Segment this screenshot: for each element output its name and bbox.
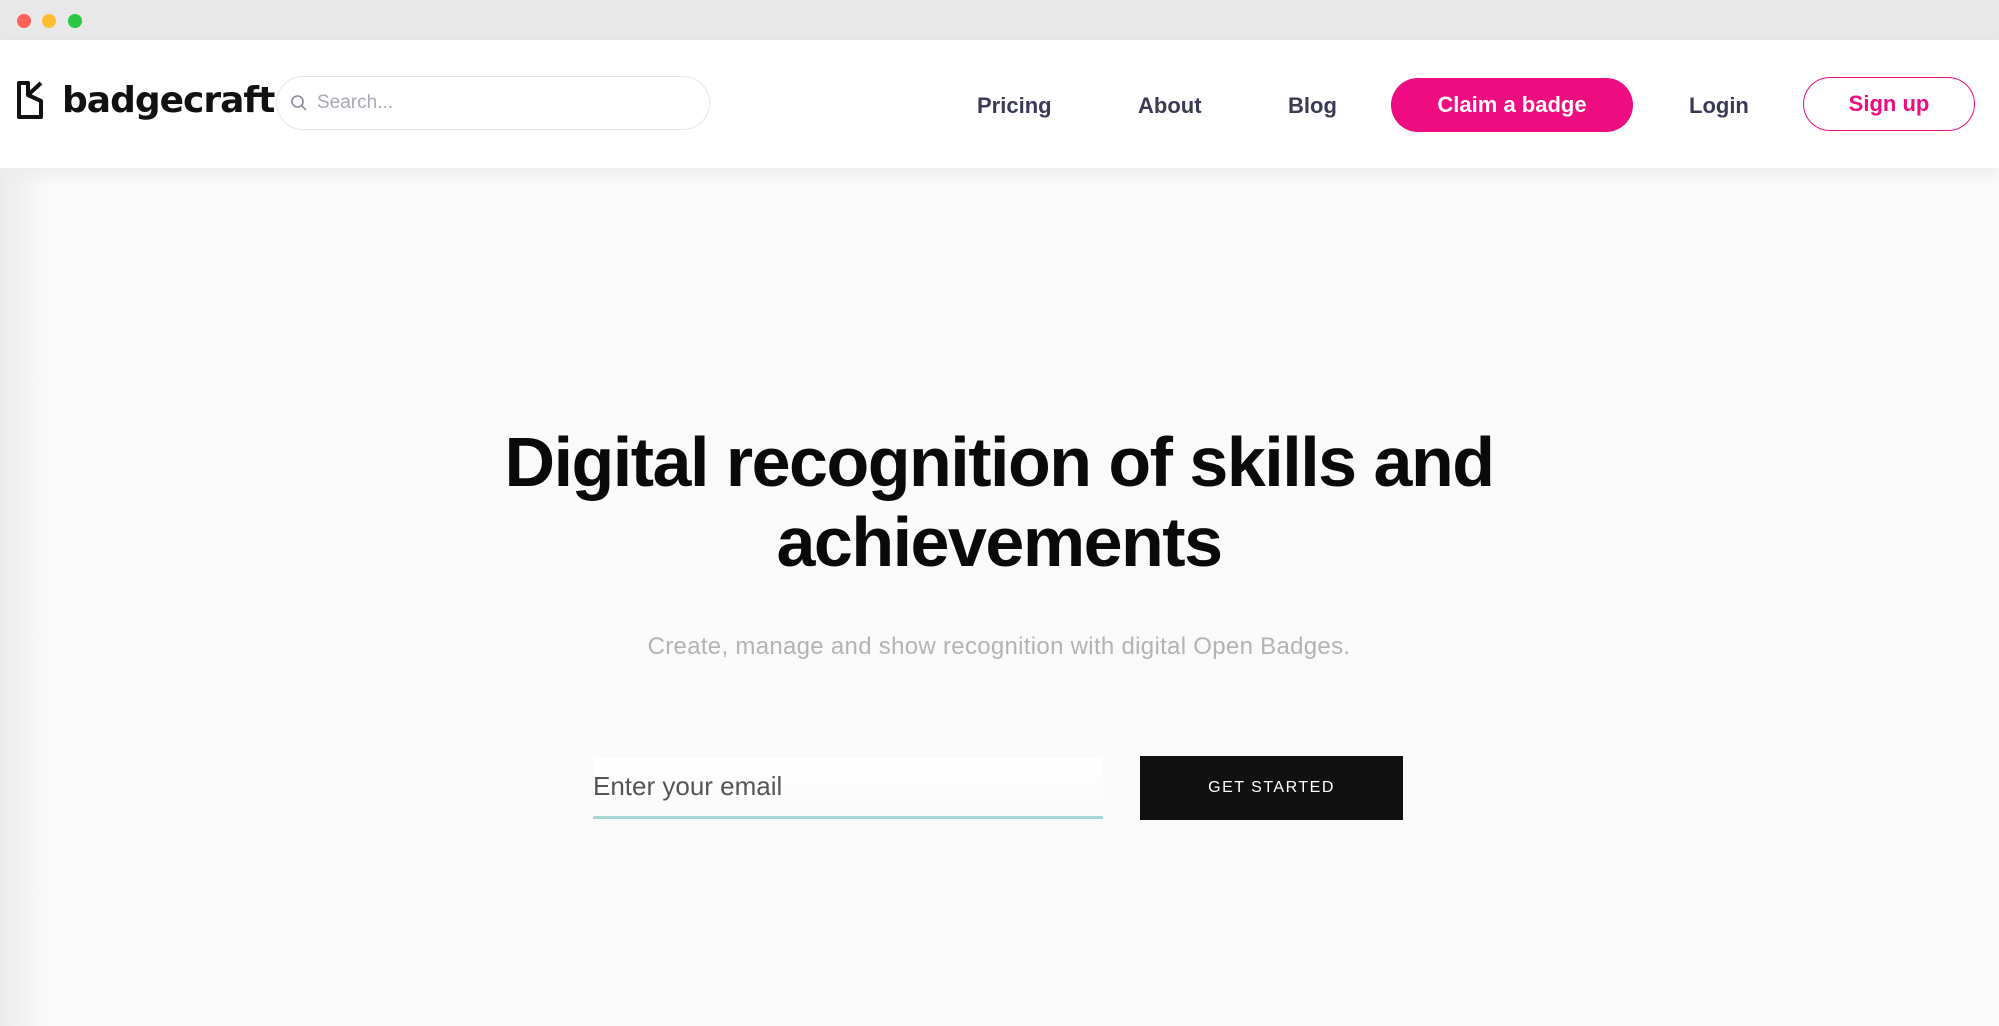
hero-title-line-2: achievements [776, 503, 1223, 581]
claim-badge-button[interactable]: Claim a badge [1391, 78, 1633, 132]
nav-link-about[interactable]: About [1138, 92, 1202, 120]
close-window-button[interactable] [17, 14, 31, 28]
hero-title: Digital recognition of skills and achiev… [400, 422, 1598, 582]
badgecraft-logo-icon [17, 81, 43, 119]
browser-titlebar [0, 0, 1999, 40]
maximize-window-button[interactable] [68, 14, 82, 28]
brand-logo-link[interactable]: badgecraft [16, 78, 275, 122]
nav-link-pricing[interactable]: Pricing [977, 92, 1052, 120]
brand-name: badgecraft [62, 79, 275, 121]
login-link[interactable]: Login [1689, 92, 1749, 120]
search-box[interactable] [276, 76, 710, 130]
left-edge-shadow [0, 168, 50, 1026]
nav-link-blog[interactable]: Blog [1288, 92, 1337, 120]
sign-up-button[interactable]: Sign up [1803, 77, 1975, 131]
search-input[interactable] [317, 92, 697, 114]
minimize-window-button[interactable] [42, 14, 56, 28]
email-field-wrapper [593, 757, 1103, 819]
email-field[interactable] [593, 757, 1103, 816]
hero-title-line-1: Digital recognition of skills and [504, 423, 1495, 501]
hero-subtitle: Create, manage and show recognition with… [647, 633, 1351, 660]
get-started-button[interactable]: GET STARTED [1140, 756, 1403, 820]
search-icon [291, 95, 307, 111]
site-header: badgecraft Pricing About Blog Claim a ba… [0, 40, 1999, 168]
